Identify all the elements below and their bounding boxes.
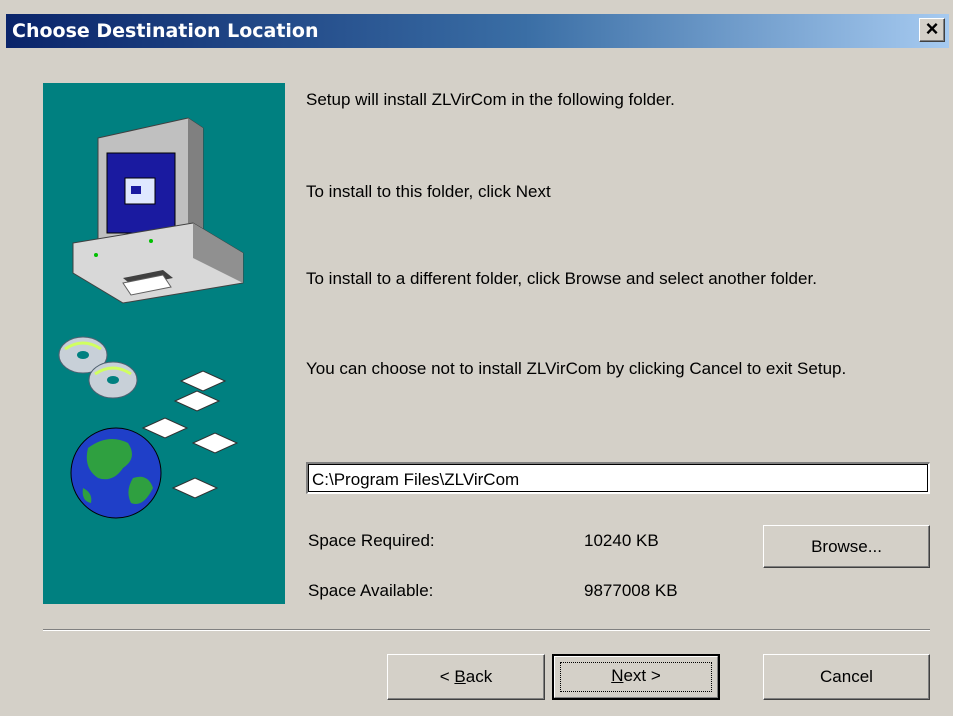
window-title: Choose Destination Location xyxy=(12,20,319,42)
browse-button[interactable]: Browse... xyxy=(763,525,930,568)
close-button[interactable]: × xyxy=(919,18,945,42)
next-accelerator: N xyxy=(611,666,624,685)
space-available-label: Space Available: xyxy=(308,581,434,600)
close-icon: × xyxy=(925,16,939,41)
click-next-text: To install to this folder, click Next xyxy=(306,182,551,201)
computer-icon xyxy=(72,117,244,304)
next-button[interactable]: Next > xyxy=(552,654,720,700)
install-folder-text: Setup will install ZLVirCom in the follo… xyxy=(306,90,675,109)
back-accelerator: B xyxy=(454,667,466,686)
separator-line xyxy=(43,629,930,631)
next-label: Next > xyxy=(611,666,661,685)
setup-illustration-panel xyxy=(43,83,285,604)
browse-instructions-text: To install to a different folder, click … xyxy=(306,269,817,288)
space-required-label: Space Required: xyxy=(308,531,435,550)
space-available-value: 9877008 KB xyxy=(584,581,678,600)
setup-dialog: Choose Destination Location × Setup will… xyxy=(0,0,953,716)
globe-icon xyxy=(70,427,162,519)
back-rest: ack xyxy=(465,667,493,686)
next-rest: ext > xyxy=(623,666,661,685)
back-button[interactable]: < Back xyxy=(387,654,545,700)
back-prefix: < xyxy=(439,667,455,686)
destination-path-field[interactable]: C:\Program Files\ZLVirCom xyxy=(306,462,930,494)
cd-disc-icon xyxy=(58,336,138,399)
space-required-value: 10240 KB xyxy=(584,531,659,550)
cancel-button[interactable]: Cancel xyxy=(763,654,930,700)
setup-illustration xyxy=(58,117,244,519)
title-bar[interactable]: Choose Destination Location × xyxy=(6,14,949,48)
cancel-instructions-text: You can choose not to install ZLVirCom b… xyxy=(306,359,847,378)
